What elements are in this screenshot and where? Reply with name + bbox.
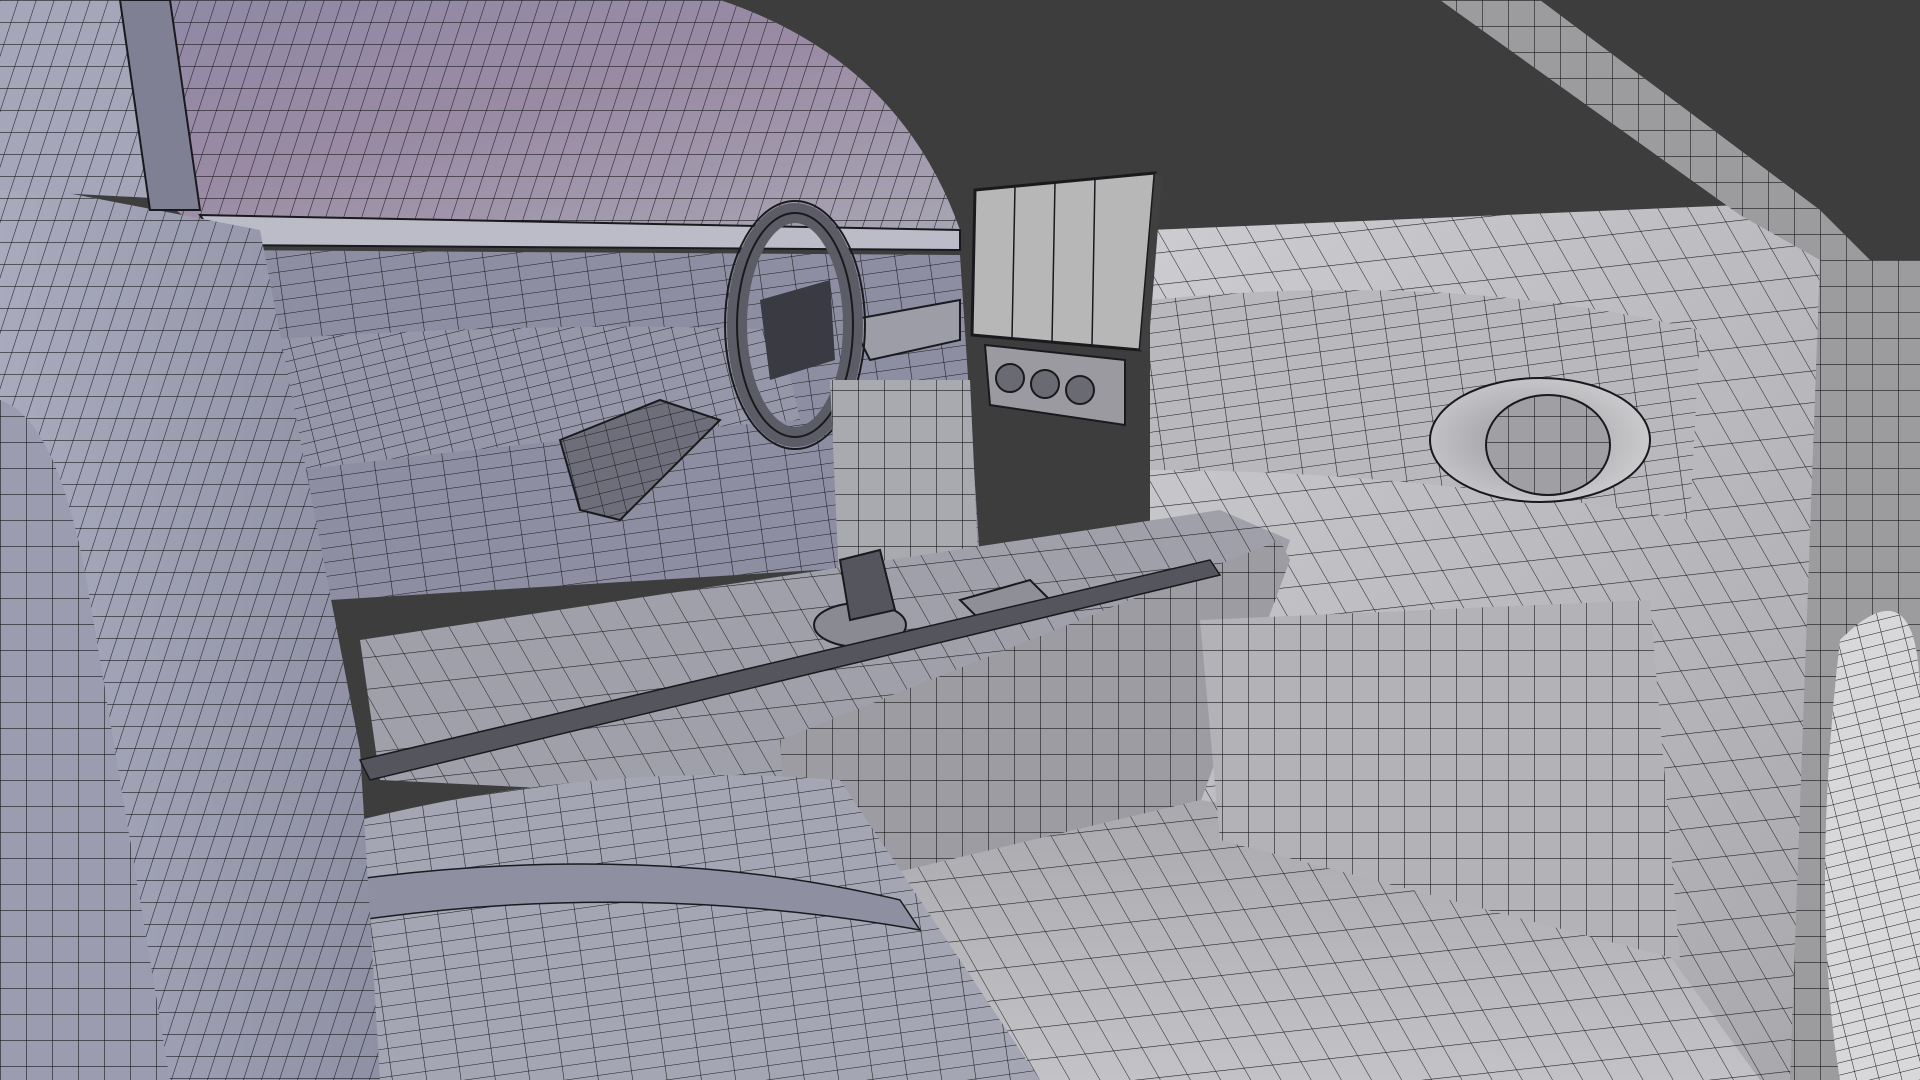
center-display[interactable] [970,171,1162,352]
air-vent[interactable] [1429,377,1651,503]
car-interior-mesh[interactable] [0,0,1920,1080]
knob-icon[interactable] [995,363,1025,393]
3d-viewport[interactable] [0,0,1920,1080]
knob-icon[interactable] [1030,369,1060,399]
knob-icon[interactable] [1065,375,1095,405]
